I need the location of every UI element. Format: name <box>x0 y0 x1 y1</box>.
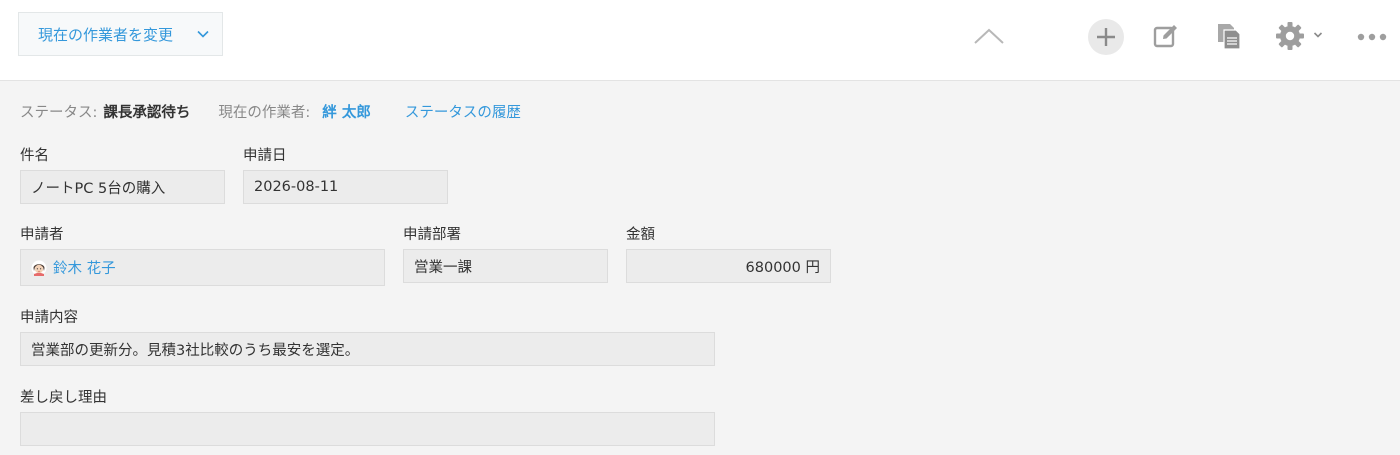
chevron-down-icon[interactable] <box>1313 31 1323 39</box>
gear-icon <box>1276 22 1304 50</box>
settings-button[interactable] <box>1275 21 1305 51</box>
duplicate-record-button[interactable] <box>1215 21 1243 51</box>
change-assignee-label: 現在の作業者を変更 <box>38 25 174 44</box>
current-worker-label: 現在の作業者: <box>218 104 311 121</box>
add-record-button[interactable] <box>1087 18 1125 56</box>
status-bar: ステータス: 課長承認待ち 現在の作業者: 絆 太郎 ステータスの履歴 <box>20 100 521 122</box>
chevron-up-icon[interactable] <box>972 26 1006 46</box>
field-title-label: 件名 <box>20 148 49 164</box>
applicant-name: 鈴木 花子 <box>53 261 116 277</box>
field-amount-label: 金額 <box>626 227 655 243</box>
more-icon <box>1357 33 1387 41</box>
field-applicant-value: 鈴木 花子 <box>20 249 385 286</box>
change-assignee-button[interactable]: 現在の作業者を変更 <box>18 12 223 56</box>
add-icon <box>1088 19 1124 55</box>
chevron-down-icon <box>197 30 209 38</box>
more-options-button[interactable] <box>1357 33 1387 41</box>
field-content-value: 営業部の更新分。見積3社比較のうち最安を選定。 <box>20 332 715 366</box>
field-title-value: ノートPC 5台の購入 <box>20 170 225 204</box>
field-applicant-label: 申請者 <box>20 227 64 243</box>
status-label: ステータス: <box>20 104 98 121</box>
duplicate-icon <box>1218 24 1241 50</box>
edit-icon <box>1153 25 1177 48</box>
current-worker-link[interactable]: 絆 太郎 <box>322 101 371 122</box>
field-department-value: 営業一課 <box>403 249 608 283</box>
edit-record-button[interactable] <box>1152 22 1180 50</box>
field-content-label: 申請内容 <box>20 310 78 326</box>
field-department-label: 申請部署 <box>403 227 461 243</box>
field-amount-value: 680000 円 <box>626 249 831 283</box>
field-return-reason-value <box>20 412 715 446</box>
record-toolbar: 現在の作業者を変更 <box>0 0 1400 81</box>
field-return-reason-label: 差し戻し理由 <box>20 390 107 406</box>
status-value: 課長承認待ち <box>103 104 191 121</box>
field-date-label: 申請日 <box>243 148 287 164</box>
field-date-value: 2026-08-11 <box>243 170 448 204</box>
status-history-link[interactable]: ステータスの履歴 <box>405 101 521 122</box>
applicant-user-link[interactable]: 鈴木 花子 <box>31 257 116 278</box>
user-avatar-icon <box>31 260 47 276</box>
